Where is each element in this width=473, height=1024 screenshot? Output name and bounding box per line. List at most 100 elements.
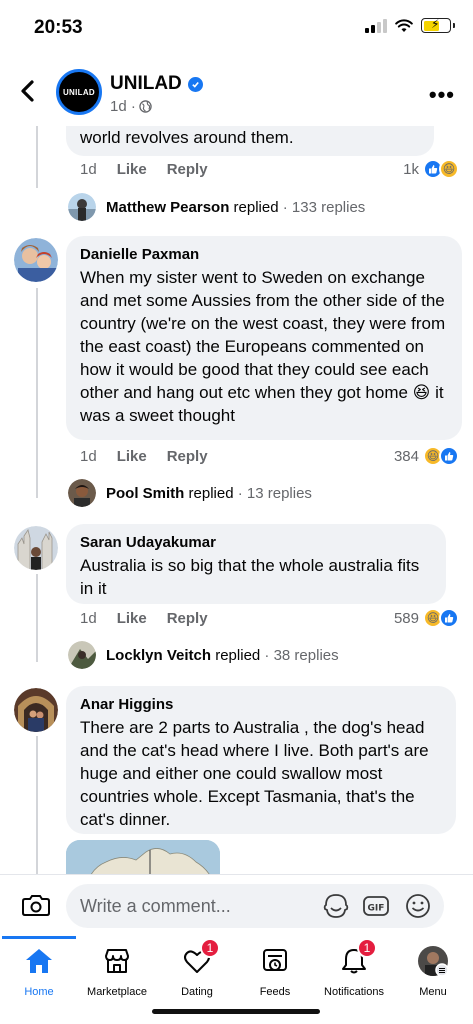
view-replies-link[interactable]: Matthew Pearson replied · 133 replies [68, 193, 365, 221]
replier-name: Pool Smith [106, 484, 185, 502]
replier-name: Matthew Pearson [106, 198, 230, 216]
active-tab-indicator [2, 936, 76, 939]
reply-count: · 13 replies [237, 484, 312, 502]
page-avatar-logo: UNILAD [62, 87, 96, 97]
comment-bubble[interactable]: Anar Higgins There are 2 parts to Austra… [66, 686, 456, 834]
status-icons: ⚡ [365, 17, 455, 33]
reaction-count: 589 [393, 609, 419, 627]
comment-bubble[interactable]: world revolves around them. [66, 126, 434, 156]
dating-badge: 1 [200, 938, 220, 958]
reaction-summary[interactable]: 384 😆 [394, 446, 459, 466]
emoji-icon[interactable] [404, 892, 432, 920]
comment-age: 1d [80, 448, 97, 465]
wifi-icon [395, 18, 413, 32]
page-name[interactable]: UNILAD [110, 73, 203, 95]
comment-author[interactable]: Anar Higgins [80, 696, 442, 713]
reaction-count: 384 [393, 447, 419, 465]
nav-label: Feeds [259, 986, 291, 998]
like-button[interactable]: Like [117, 161, 147, 178]
feeds-icon [258, 944, 292, 978]
globe-icon [139, 100, 152, 113]
replier-name: Locklyn Veitch [106, 646, 212, 664]
reply-button[interactable]: Reply [167, 161, 208, 178]
camera-icon[interactable] [22, 893, 50, 917]
like-button[interactable]: Like [117, 448, 147, 465]
comment-image-map[interactable] [66, 840, 220, 874]
nav-label: Menu [419, 986, 447, 998]
verified-badge-icon [187, 76, 203, 92]
reply-count: · 38 replies [264, 646, 339, 664]
replied-label: replied [188, 484, 234, 502]
reply-count: · 133 replies [282, 198, 366, 216]
avatar-sticker-icon[interactable] [322, 892, 350, 920]
page-avatar[interactable]: UNILAD [56, 69, 102, 115]
reply-button[interactable]: Reply [167, 610, 208, 627]
replied-label: replied [215, 646, 261, 664]
status-time: 20:53 [34, 17, 83, 38]
view-replies-link[interactable]: Pool Smith replied · 13 replies [68, 479, 312, 507]
avatar [68, 479, 96, 507]
avatar [68, 193, 96, 221]
nav-label: Dating [181, 986, 213, 998]
comment-age: 1d [80, 161, 97, 178]
comment-actions: 1d Like Reply [80, 161, 208, 178]
post-header: UNILAD UNILAD 1d · ••• [0, 60, 473, 126]
reply-button[interactable]: Reply [167, 448, 208, 465]
back-arrow-icon[interactable] [16, 76, 40, 106]
bottom-navigation: Home Marketplace 1 Dating Feeds 1 Notifi… [0, 936, 473, 1024]
comment-text: Australia is so big that the whole austr… [80, 556, 420, 598]
comment-text: world revolves around them. [80, 128, 294, 147]
svg-text:GIF: GIF [368, 904, 385, 914]
haha-reaction-icon: 😆 [439, 159, 459, 179]
avatar[interactable] [14, 526, 58, 570]
nav-label: Home [24, 986, 54, 998]
signal-icon [365, 18, 387, 33]
comment-text: There are 2 parts to Australia , the dog… [80, 718, 429, 829]
notifications-badge: 1 [357, 938, 377, 958]
comment-author[interactable]: Danielle Paxman [80, 246, 448, 263]
comment-actions: 1d Like Reply [80, 610, 208, 627]
comment-bubble[interactable]: Saran Udayakumar Australia is so big tha… [66, 524, 446, 604]
status-bar: 20:53 ⚡ [0, 0, 473, 54]
comment-text: When my sister went to Sweden on exchang… [80, 268, 446, 425]
comment-age: 1d [80, 610, 97, 627]
like-reaction-icon [439, 608, 459, 628]
comment-actions: 1d Like Reply [80, 448, 208, 465]
nav-tab-feeds[interactable]: Feeds [230, 944, 320, 998]
battery-icon: ⚡ [421, 17, 455, 33]
comment-author[interactable]: Saran Udayakumar [80, 534, 432, 551]
post-age: 1d · [110, 98, 136, 115]
marketplace-icon [100, 944, 134, 978]
like-button[interactable]: Like [117, 610, 147, 627]
page-name-text: UNILAD [110, 73, 182, 94]
profile-menu-avatar [416, 944, 450, 978]
avatar[interactable] [14, 238, 58, 282]
nav-tab-dating[interactable]: 1 Dating [152, 938, 242, 998]
nav-tab-marketplace[interactable]: Marketplace [72, 944, 162, 998]
avatar [68, 641, 96, 669]
reaction-summary[interactable]: 589 😆 [394, 608, 459, 628]
thread-line [36, 574, 38, 662]
australia-map-image [66, 840, 220, 874]
reaction-summary[interactable]: 1k 😆 [403, 159, 459, 179]
post-meta: 1d · [110, 98, 152, 115]
dating-icon: 1 [180, 938, 220, 978]
view-replies-link[interactable]: Locklyn Veitch replied · 38 replies [68, 641, 339, 669]
comment-bubble[interactable]: Danielle Paxman When my sister went to S… [66, 236, 462, 440]
thread-line [36, 288, 38, 498]
like-reaction-icon [439, 446, 459, 466]
comment-composer: GIF [0, 874, 473, 936]
bell-icon: 1 [337, 938, 377, 978]
nav-label: Marketplace [87, 986, 147, 998]
nav-label: Notifications [324, 986, 384, 998]
more-options-icon[interactable]: ••• [429, 82, 455, 108]
avatar[interactable] [14, 688, 58, 732]
thread-line [36, 736, 38, 874]
gif-icon[interactable]: GIF [362, 892, 390, 920]
replied-label: replied [233, 198, 279, 216]
home-icon [22, 944, 56, 978]
nav-tab-notifications[interactable]: 1 Notifications [309, 938, 399, 998]
nav-tab-menu[interactable]: Menu [388, 944, 473, 998]
reaction-count: 1k [403, 160, 419, 178]
comments-feed[interactable]: world revolves around them. 1d Like Repl… [0, 126, 473, 874]
